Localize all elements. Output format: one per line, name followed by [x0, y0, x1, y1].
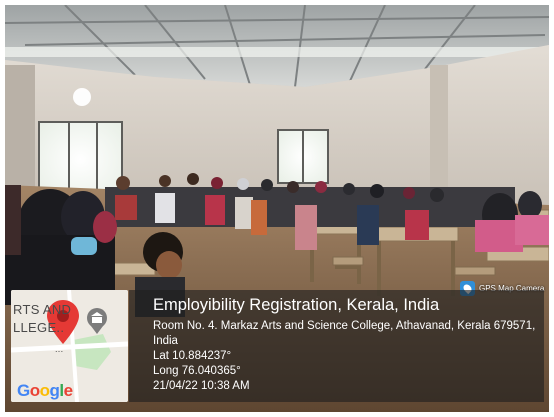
left-window [38, 121, 123, 198]
location-title: Employibility Registration, Kerala, Indi… [153, 296, 440, 314]
google-letter: G [17, 381, 30, 400]
google-letter: e [63, 381, 73, 400]
latitude-text: Lat 10.884237° [153, 350, 232, 362]
address-line-1: Room No. 4. Markaz Arts and Science Coll… [153, 320, 536, 332]
wall-pillar [430, 65, 448, 205]
address-line-2: India [153, 335, 178, 347]
longitude-text: Long 76.040365° [153, 365, 241, 377]
map-thumbnail: RTS AND LLEGE.. ... Google [11, 290, 128, 402]
map-label-line1: RTS AND [13, 302, 72, 317]
map-label-line2: LLEGE.. [13, 320, 65, 335]
google-logo: Google [17, 381, 73, 401]
timestamp-text: 21/04/22 10:38 AM [153, 380, 250, 392]
left-wall-shadow [5, 65, 35, 195]
google-letter: o [29, 381, 40, 400]
google-letter: g [49, 381, 60, 400]
geotag-overlay: RTS AND LLEGE.. ... Google Employibility… [11, 290, 544, 402]
roof-light-strip [5, 47, 549, 57]
map-label-line3: ... [55, 344, 64, 354]
location-info-panel: Employibility Registration, Kerala, Indi… [129, 290, 544, 402]
google-letter: o [39, 381, 50, 400]
ceiling-lamp [73, 88, 91, 106]
